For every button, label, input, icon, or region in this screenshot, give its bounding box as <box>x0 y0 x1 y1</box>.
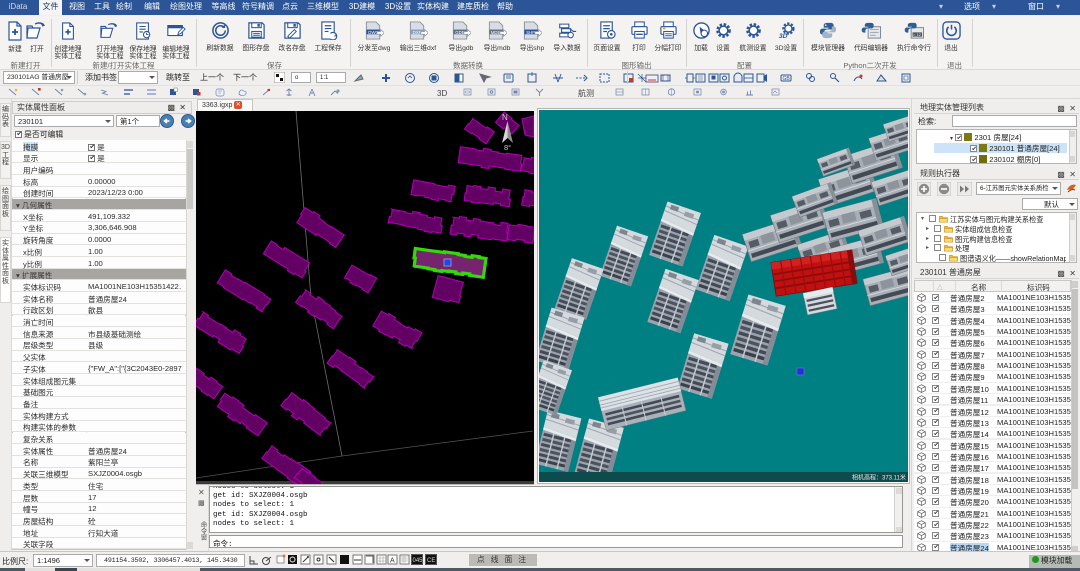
svg-text:航测: 航测 <box>578 88 594 98</box>
svg-text:CE: CE <box>427 558 435 564</box>
svg-text:>_12: >_12 <box>913 33 921 37</box>
svg-text:DXF: DXF <box>413 30 422 35</box>
svg-text:SHP: SHP <box>526 30 535 35</box>
svg-text:045: 045 <box>413 558 424 564</box>
svg-text:3D: 3D <box>437 89 447 98</box>
svg-text:GB: GB <box>783 76 791 82</box>
svg-text:N: N <box>502 113 508 122</box>
svg-text:8°: 8° <box>504 143 511 152</box>
svg-text:相机高程：373.11米: 相机高程：373.11米 <box>852 474 906 482</box>
svg-text:A: A <box>390 558 395 565</box>
svg-text:3D: 3D <box>778 33 787 40</box>
svg-text:MDB: MDB <box>491 30 501 35</box>
svg-text:GDB: GDB <box>455 30 464 35</box>
